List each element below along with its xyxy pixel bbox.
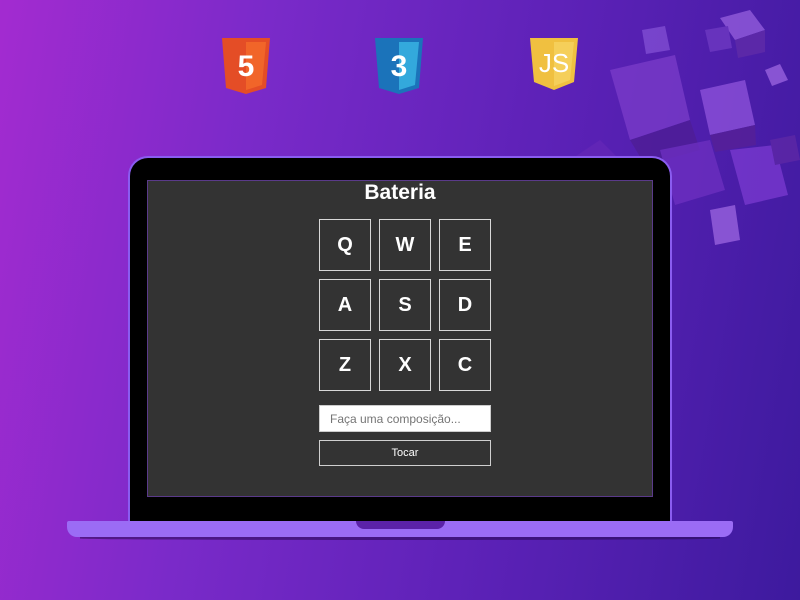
laptop-notch bbox=[356, 521, 445, 529]
drum-pad-q[interactable]: Q bbox=[319, 219, 371, 271]
drum-pad-z[interactable]: Z bbox=[319, 339, 371, 391]
drum-pad-e[interactable]: E bbox=[439, 219, 491, 271]
html5-logo-icon: 5 bbox=[220, 36, 272, 96]
drum-pad-c[interactable]: C bbox=[439, 339, 491, 391]
css3-logo-icon: 3 bbox=[373, 36, 425, 96]
drum-pad-d[interactable]: D bbox=[439, 279, 491, 331]
svg-text:5: 5 bbox=[238, 50, 255, 83]
drum-pad-a[interactable]: A bbox=[319, 279, 371, 331]
app-screen: Bateria Q W E A S D Z X C Tocar bbox=[147, 180, 653, 497]
composition-input[interactable] bbox=[319, 405, 491, 432]
drum-pad-s[interactable]: S bbox=[379, 279, 431, 331]
app-title: Bateria bbox=[364, 181, 436, 204]
play-button[interactable]: Tocar bbox=[319, 440, 491, 466]
drum-pad-w[interactable]: W bbox=[379, 219, 431, 271]
drum-pad-x[interactable]: X bbox=[379, 339, 431, 391]
svg-text:3: 3 bbox=[391, 50, 408, 83]
laptop-shadow bbox=[80, 537, 720, 540]
